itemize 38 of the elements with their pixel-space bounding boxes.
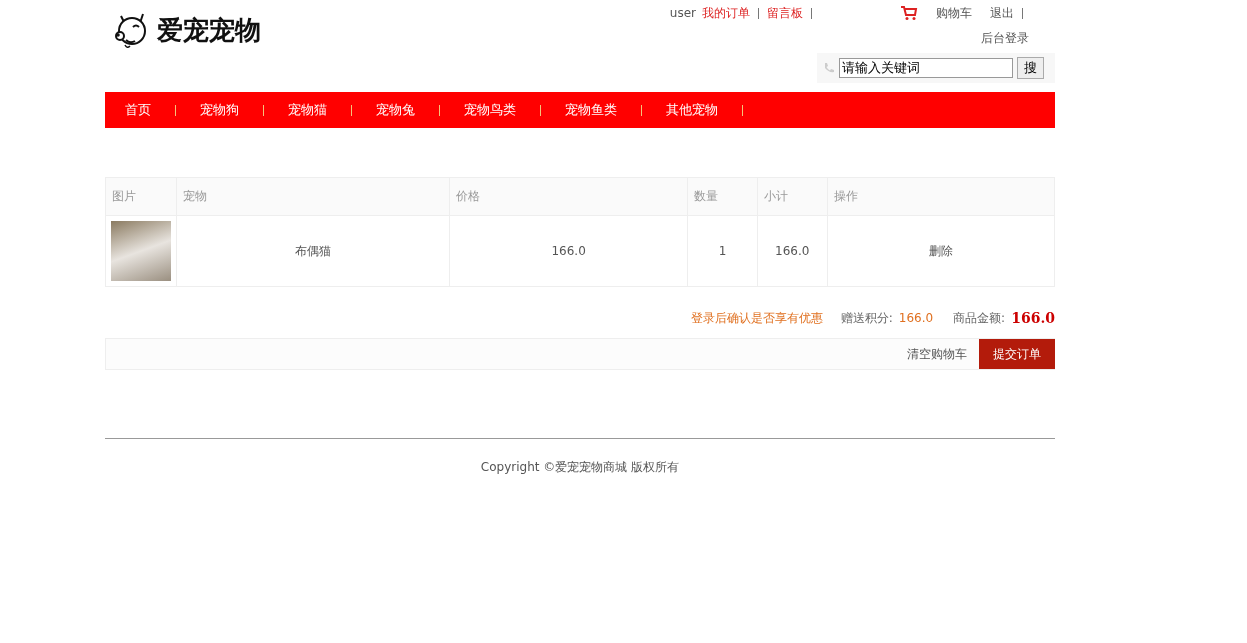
column-header: 图片 xyxy=(105,177,177,216)
clear-cart-link[interactable]: 清空购物车 xyxy=(907,345,967,363)
username: user xyxy=(669,6,696,20)
nav-item[interactable]: 首页 xyxy=(125,101,151,119)
points-value: 166.0 xyxy=(898,311,934,325)
nav-item[interactable]: 宠物猫 xyxy=(288,101,327,119)
table-cell: 布偶猫 xyxy=(176,215,450,287)
cart-link[interactable]: 购物车 xyxy=(936,4,972,22)
photo-placeholder xyxy=(111,221,171,281)
table-cell: 1 xyxy=(687,215,758,287)
total-label: 商品金额: xyxy=(953,309,1006,327)
total-value: 166.0 xyxy=(1011,310,1055,326)
search-field[interactable]: 请输入关键词 xyxy=(839,58,1013,78)
delete-link[interactable]: 删除 xyxy=(928,243,953,258)
table-cell: 166.0 xyxy=(449,215,688,287)
cart-icon[interactable] xyxy=(900,5,918,21)
nav-item[interactable]: 宠物狗 xyxy=(200,101,239,119)
discount-notice[interactable]: 登录后确认是否享有优惠 xyxy=(690,309,823,327)
column-header: 价格 xyxy=(449,177,688,216)
logo-text: 爱宠宠物 xyxy=(157,13,261,47)
search-button[interactable]: 搜 xyxy=(1017,57,1044,79)
table-cell: 166.0 xyxy=(757,215,828,287)
nav-item[interactable]: 宠物鱼类 xyxy=(565,101,617,119)
column-header: 操作 xyxy=(827,177,1055,216)
submit-order-button[interactable]: 提交订单 xyxy=(979,339,1055,369)
admin-login-link[interactable]: 后台登录 xyxy=(981,30,1029,47)
nav-item[interactable]: 宠物兔 xyxy=(376,101,415,119)
points-label: 赠送积分: xyxy=(840,309,893,327)
nav-link[interactable]: 我的订单 xyxy=(702,4,750,22)
nav-link[interactable]: 留言板 xyxy=(767,4,803,22)
nav-item[interactable]: 宠物鸟类 xyxy=(464,101,516,119)
copyright-text: Copyright ©爱宠宠物商城 版权所有 xyxy=(480,460,680,474)
column-header: 宠物 xyxy=(176,177,450,216)
phone-icon xyxy=(823,62,835,74)
nav-item[interactable]: 其他宠物 xyxy=(666,101,718,119)
logout-link[interactable]: 退出 xyxy=(990,4,1014,22)
column-header: 数量 xyxy=(687,177,758,216)
column-header: 小计 xyxy=(757,177,828,216)
